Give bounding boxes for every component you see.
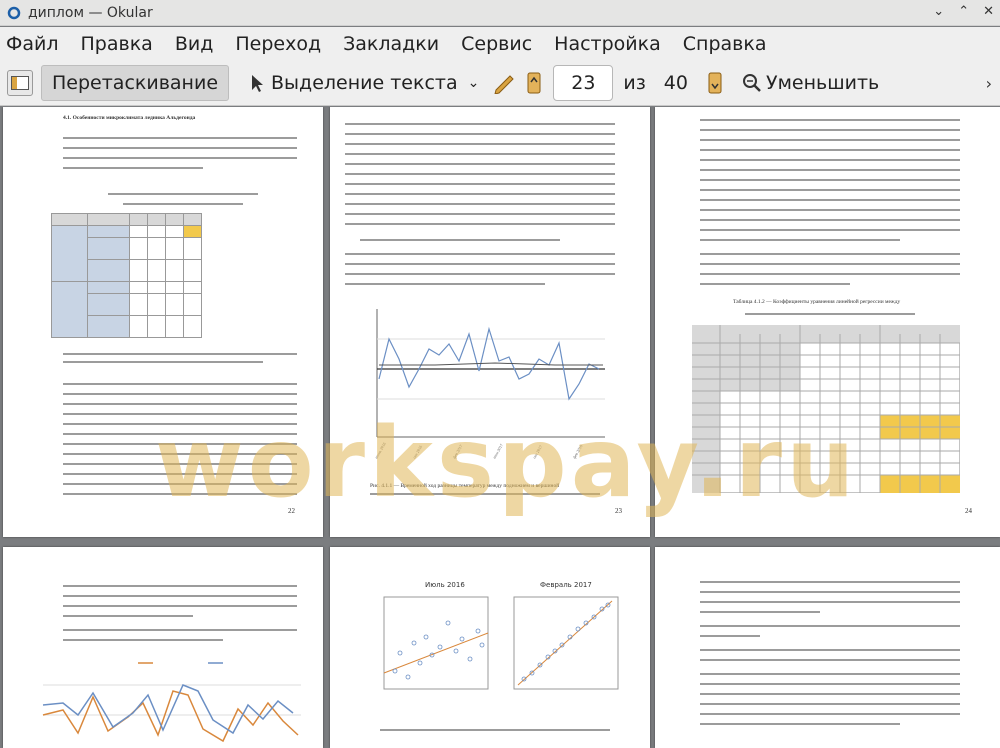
scatter-july	[383, 596, 489, 690]
maximize-icon[interactable]: ⌃	[958, 4, 969, 19]
menu-go[interactable]: Переход	[235, 33, 321, 55]
menu-bookmarks[interactable]: Закладки	[343, 33, 439, 55]
regression-table	[692, 325, 960, 493]
zoom-out-button[interactable]: Уменьшить	[742, 65, 879, 101]
chevron-down-icon[interactable]: ⌄	[468, 75, 480, 91]
page-25	[3, 547, 323, 748]
menu-help[interactable]: Справка	[683, 33, 767, 55]
close-icon[interactable]: ✕	[983, 4, 994, 19]
text-select-label: Выделение текста	[271, 71, 458, 94]
page-22: 4.1. Особенности микроклимата ледника Ал…	[3, 107, 323, 537]
browse-mode-button[interactable]: Перетаскивание	[41, 64, 230, 101]
page-number-value: 23	[571, 71, 596, 94]
menu-view[interactable]: Вид	[175, 33, 214, 55]
scatter-february	[513, 596, 619, 690]
browse-mode-label: Перетаскивание	[52, 71, 219, 94]
menu-file[interactable]: Файл	[6, 33, 59, 55]
window-title: диплом — Okular	[28, 4, 153, 21]
data-table	[51, 213, 202, 338]
page-27	[655, 547, 1000, 748]
page-number-label: 22	[288, 507, 295, 515]
svg-text:июнь 2016: июнь 2016	[374, 441, 387, 459]
svg-text:окт 2017: окт 2017	[532, 444, 544, 459]
total-pages: 40	[663, 71, 688, 94]
chart-title-february: Февраль 2017	[540, 581, 592, 589]
page-number-label: 23	[615, 507, 622, 515]
svg-text:фев 2017: фев 2017	[452, 444, 464, 460]
pencil-icon	[494, 74, 515, 94]
coefficients-chart	[42, 662, 301, 743]
zoom-out-icon	[742, 73, 761, 92]
svg-text:июн 2017: июн 2017	[492, 443, 504, 460]
cursor-icon	[252, 74, 264, 92]
page-26: Июль 2016 Февраль 2017	[330, 547, 650, 748]
temperature-difference-chart: июнь 2016 окт 2016 фев 2017 июн 2017 окт…	[374, 309, 605, 460]
document-viewport[interactable]: 4.1. Особенности микроклимата ледника Ал…	[0, 107, 1000, 748]
previous-page-icon	[527, 72, 541, 93]
page-number-24: 24	[965, 507, 972, 515]
menu-edit[interactable]: Правка	[81, 33, 153, 55]
sidebar-icon	[11, 75, 29, 90]
sidebar-toggle-button[interactable]	[7, 69, 33, 96]
main-toolbar: Перетаскивание Выделение текста ⌄ 23 из …	[0, 60, 1000, 106]
page-24: Таблица 4.1.2 — Коэффициенты уравнения л…	[655, 107, 1000, 537]
title-bar: диплом — Okular ⌄ ⌃ ✕	[0, 0, 1000, 26]
menu-bar: Файл Правка Вид Переход Закладки Сервис …	[0, 27, 1000, 60]
menu-tools[interactable]: Сервис	[461, 33, 532, 55]
okular-app-icon	[6, 5, 22, 21]
svg-text:фев 2018: фев 2018	[572, 444, 584, 460]
minimize-icon[interactable]: ⌄	[933, 4, 944, 19]
text-select-button[interactable]: Выделение текста ⌄	[243, 65, 485, 101]
menu-settings[interactable]: Настройка	[554, 33, 661, 55]
figure-caption: Рис. 4.1.1 — Временной ход разницы темпе…	[370, 483, 560, 489]
page-heading: 4.1. Особенности микроклимата ледника Ал…	[63, 115, 196, 121]
table-caption: Таблица 4.1.2 — Коэффициенты уравнения л…	[733, 299, 901, 305]
page-23: июнь 2016 окт 2016 фев 2017 июн 2017 окт…	[330, 107, 650, 537]
of-label: из	[623, 71, 646, 94]
page-number-input[interactable]: 23	[553, 64, 614, 101]
chart-title-july: Июль 2016	[425, 581, 465, 589]
zoom-out-label: Уменьшить	[765, 71, 880, 94]
draw-tool-button[interactable]	[493, 65, 515, 101]
next-page-icon	[708, 72, 722, 93]
svg-text:окт 2016: окт 2016	[412, 444, 424, 459]
previous-page-button[interactable]	[527, 65, 541, 101]
next-page-button[interactable]	[708, 65, 722, 101]
chevron-right-icon[interactable]: ›	[986, 74, 992, 93]
